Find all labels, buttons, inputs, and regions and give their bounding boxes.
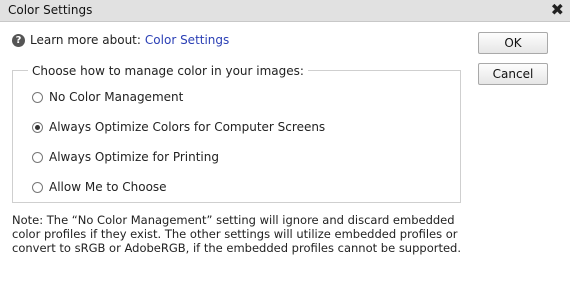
option-label: Allow Me to Choose: [49, 180, 167, 194]
ok-button[interactable]: OK: [478, 32, 548, 54]
option-label: Always Optimize Colors for Computer Scre…: [49, 120, 326, 134]
option-no-color-management[interactable]: No Color Management: [32, 90, 183, 104]
cancel-button[interactable]: Cancel: [478, 63, 548, 85]
title-bar: Color Settings ✖: [0, 0, 570, 22]
option-label: No Color Management: [49, 90, 184, 104]
option-optimize-screens[interactable]: Always Optimize Colors for Computer Scre…: [32, 120, 325, 134]
radio-allow-me-to-choose[interactable]: [32, 181, 43, 193]
radio-optimize-printing[interactable]: [32, 151, 43, 163]
learn-more-label: Learn more about:: [30, 33, 141, 47]
close-icon[interactable]: ✖: [551, 1, 564, 19]
help-icon: ?: [12, 33, 25, 47]
learn-more: ? Learn more about: Color Settings: [12, 33, 229, 47]
radio-optimize-screens[interactable]: [32, 121, 43, 133]
note-text: Note: The “No Color Management” setting …: [12, 213, 461, 255]
window-title: Color Settings: [8, 3, 93, 17]
option-optimize-printing[interactable]: Always Optimize for Printing: [32, 150, 219, 164]
option-label: Always Optimize for Printing: [49, 150, 219, 164]
group-legend: Choose how to manage color in your image…: [28, 64, 308, 78]
radio-no-color-management[interactable]: [32, 91, 43, 103]
learn-more-link[interactable]: Color Settings: [145, 33, 229, 47]
option-allow-me-to-choose[interactable]: Allow Me to Choose: [32, 180, 167, 194]
